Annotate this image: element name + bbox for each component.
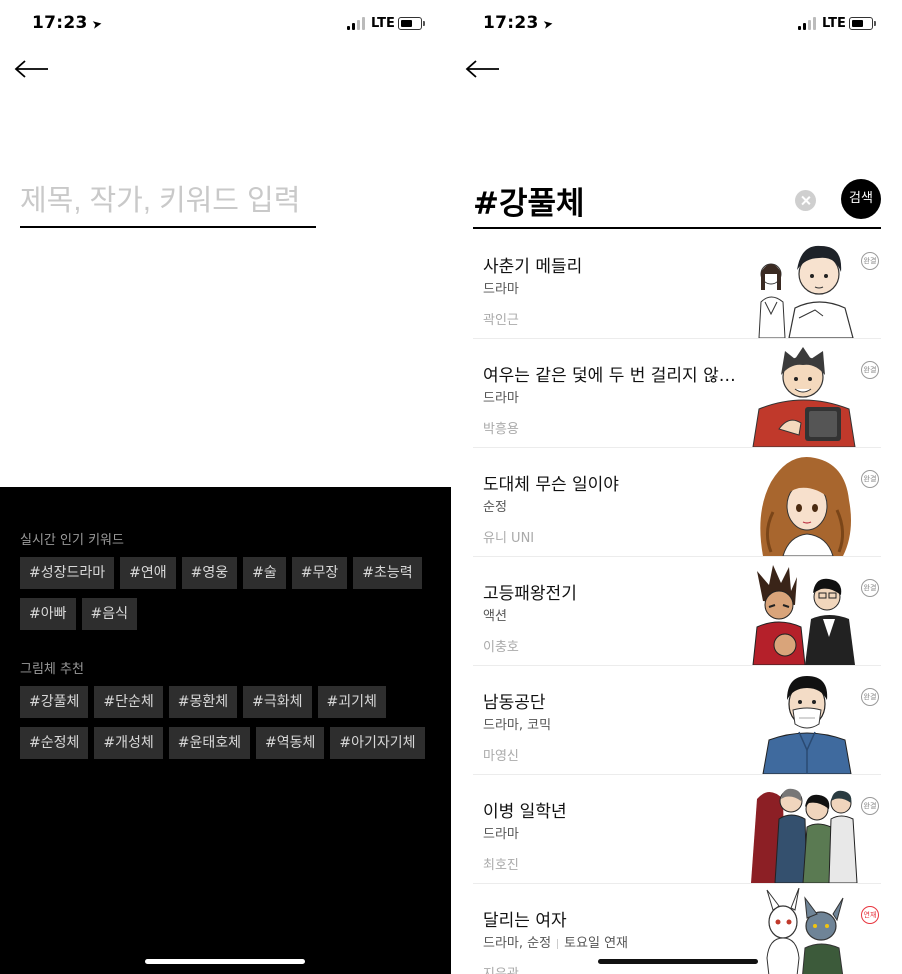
search-underline [473, 227, 881, 229]
search-query-text[interactable]: #강풀체 [473, 178, 585, 223]
result-title: 도대체 무슨 일이야 [483, 475, 619, 495]
tag-chip[interactable]: #단순체 [94, 686, 163, 718]
tag-chip[interactable]: #아빠 [20, 598, 76, 630]
result-title: 달리는 여자 [483, 911, 567, 931]
search-home-screen: 17:23➤ LTE 실시간 인기 키워드 #성장드라마 #연애 #영웅 #술 … [0, 0, 451, 974]
search-input[interactable] [20, 176, 316, 228]
tag-chip[interactable]: #영웅 [181, 557, 238, 589]
tag-chip[interactable]: #윤태호체 [168, 727, 251, 759]
result-item[interactable]: 고등패왕전기 액션 이충호 완결 [473, 557, 881, 666]
trending-keywords-title: 실시간 인기 키워드 [20, 533, 124, 548]
result-author: 곽인근 [483, 313, 519, 328]
result-author: 유니 UNI [483, 531, 535, 546]
result-genre: 드라마, 코믹 [483, 718, 552, 733]
tag-chip[interactable]: #음식 [81, 598, 137, 630]
tag-chip[interactable]: #무장 [291, 557, 348, 589]
result-title: 남동공단 [483, 693, 546, 713]
result-title: 사춘기 메들리 [483, 257, 583, 277]
search-results-screen: 17:23 ➤ LTE #강풀체 검색 사춘기 메들리 드라마 곽인근 완결 여… [451, 0, 902, 974]
tag-chip[interactable]: #초능력 [353, 557, 422, 589]
back-arrow-icon[interactable] [465, 58, 501, 80]
home-indicator[interactable] [598, 959, 758, 964]
thumbnail-curly-hair-woman [760, 457, 851, 556]
network-label: LTE [822, 16, 846, 31]
art-style-tag-list: #강풀체 #단순체 #몽환체 #극화체 #괴기체 #순정체 #개성체 #윤태호체… [20, 686, 440, 759]
result-author: 지은광 [483, 963, 519, 974]
result-genre: 액션 [483, 609, 507, 624]
status-badge: 완결 [861, 361, 879, 379]
status-badge: 완결 [861, 470, 879, 488]
result-genre: 드라마 [483, 391, 519, 406]
location-arrow-icon: ➤ [541, 16, 555, 32]
result-genre: 순정 [483, 500, 507, 515]
result-item[interactable]: 이병 일학년 드라마 최호진 완결 [473, 775, 881, 884]
result-genre: 드라마 [483, 282, 519, 297]
result-author: 이충호 [483, 640, 519, 655]
home-indicator[interactable] [145, 959, 305, 964]
keyword-panel: 실시간 인기 키워드 #성장드라마 #연애 #영웅 #술 #무장 #초능력 #아… [0, 487, 451, 974]
result-list: 사춘기 메들리 드라마 곽인근 완결 여우는 같은 덫에 두 번 걸리지 않… … [473, 230, 881, 974]
status-time: 17:23 ➤ [483, 13, 555, 33]
search-button[interactable]: 검색 [841, 179, 881, 219]
status-badge: 완결 [861, 688, 879, 706]
result-genre: 드라마, 순정 토요일 연재 [483, 936, 629, 951]
battery-icon [849, 17, 876, 30]
tag-chip[interactable]: #순정체 [20, 727, 89, 759]
status-bar: 17:23 ➤ LTE [0, 0, 451, 50]
clear-icon[interactable] [795, 190, 816, 211]
status-bar: 17:23 ➤ LTE [451, 0, 902, 50]
result-item[interactable]: 도대체 무슨 일이야 순정 유니 UNI 완결 [473, 448, 881, 557]
status-badge: 완결 [861, 579, 879, 597]
thumbnail-masked-man [762, 676, 852, 774]
tag-chip[interactable]: #개성체 [94, 727, 163, 759]
result-author: 박흥용 [483, 422, 519, 437]
result-author: 최호진 [483, 858, 519, 873]
result-genre: 드라마 [483, 827, 519, 842]
status-time: 17:23 ➤ [32, 13, 104, 33]
thumbnail-animals [766, 888, 844, 974]
result-item[interactable]: 여우는 같은 덫에 두 번 걸리지 않… 드라마 박흥용 완결 [473, 339, 881, 448]
thumbnail-fighters [752, 565, 855, 665]
art-style-title: 그림체 추천 [20, 662, 84, 677]
tag-chip[interactable]: #괴기체 [317, 686, 386, 718]
trending-tag-list: #성장드라마 #연애 #영웅 #술 #무장 #초능력 #아빠 #음식 [20, 557, 440, 630]
signal-icon [347, 17, 367, 30]
tag-chip[interactable]: #극화체 [243, 686, 312, 718]
tag-chip[interactable]: #역동체 [256, 727, 325, 759]
result-title: 고등패왕전기 [483, 584, 577, 604]
signal-icon [798, 17, 818, 30]
tag-chip[interactable]: #아기자기체 [330, 727, 425, 759]
thumbnail-man-red-jacket [752, 347, 856, 447]
status-badge: 완결 [861, 252, 879, 270]
thumbnail-group [751, 788, 858, 883]
status-badge: 완결 [861, 797, 879, 815]
result-title: 여우는 같은 덫에 두 번 걸리지 않… [483, 366, 736, 386]
battery-icon [398, 17, 425, 30]
tag-chip[interactable]: #성장드라마 [20, 557, 115, 589]
tag-chip[interactable]: #연애 [120, 557, 176, 589]
status-badge: 연재 [861, 906, 879, 924]
back-arrow-icon[interactable] [14, 58, 50, 80]
result-item[interactable]: 남동공단 드라마, 코믹 마영신 완결 [473, 666, 881, 775]
tag-chip[interactable]: #몽환체 [168, 686, 238, 718]
result-item[interactable]: 사춘기 메들리 드라마 곽인근 완결 [473, 230, 881, 339]
location-arrow-icon: ➤ [90, 16, 104, 32]
thumbnail-two-students [758, 245, 854, 338]
tag-chip[interactable]: #강풀체 [20, 686, 89, 718]
result-author: 마영신 [483, 749, 519, 764]
result-title: 이병 일학년 [483, 802, 567, 822]
tag-chip[interactable]: #술 [243, 557, 286, 589]
network-label: LTE [371, 16, 395, 31]
